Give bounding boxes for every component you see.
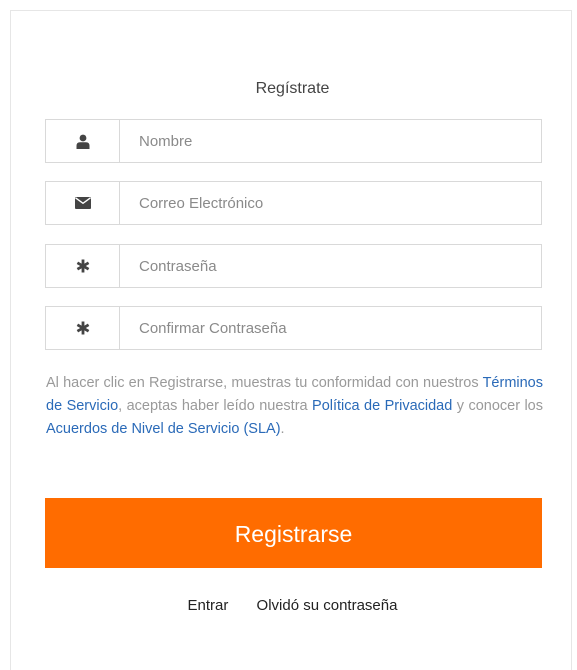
footer-links: Entrar Olvidó su contraseña: [0, 597, 577, 614]
forgot-password-link[interactable]: Olvidó su contraseña: [257, 597, 398, 614]
asterisk-icon: [46, 307, 120, 349]
confirm-password-input[interactable]: [120, 307, 541, 349]
sla-link[interactable]: Acuerdos de Nivel de Servicio (SLA): [46, 421, 281, 437]
terms-text-3: y conocer los: [452, 398, 543, 414]
name-field: [45, 119, 542, 163]
privacy-policy-link[interactable]: Política de Privacidad: [312, 398, 452, 414]
password-input[interactable]: [120, 245, 541, 287]
asterisk-icon: [46, 245, 120, 287]
terms-text-1: Al hacer clic en Registrarse, muestras t…: [46, 375, 483, 391]
terms-notice: Al hacer clic en Registrarse, muestras t…: [46, 372, 543, 441]
terms-text-2: , aceptas haber leído nuestra: [118, 398, 313, 414]
register-button[interactable]: Registrarse: [45, 498, 542, 568]
envelope-icon: [46, 182, 120, 224]
email-input[interactable]: [120, 182, 541, 224]
confirm-password-field: [45, 306, 542, 350]
email-field: [45, 181, 542, 225]
terms-text-4: .: [280, 421, 285, 437]
form-title: Regístrate: [255, 80, 330, 97]
login-link[interactable]: Entrar: [188, 597, 229, 614]
user-icon: [46, 120, 120, 162]
name-input[interactable]: [120, 120, 541, 162]
password-field: [45, 244, 542, 288]
